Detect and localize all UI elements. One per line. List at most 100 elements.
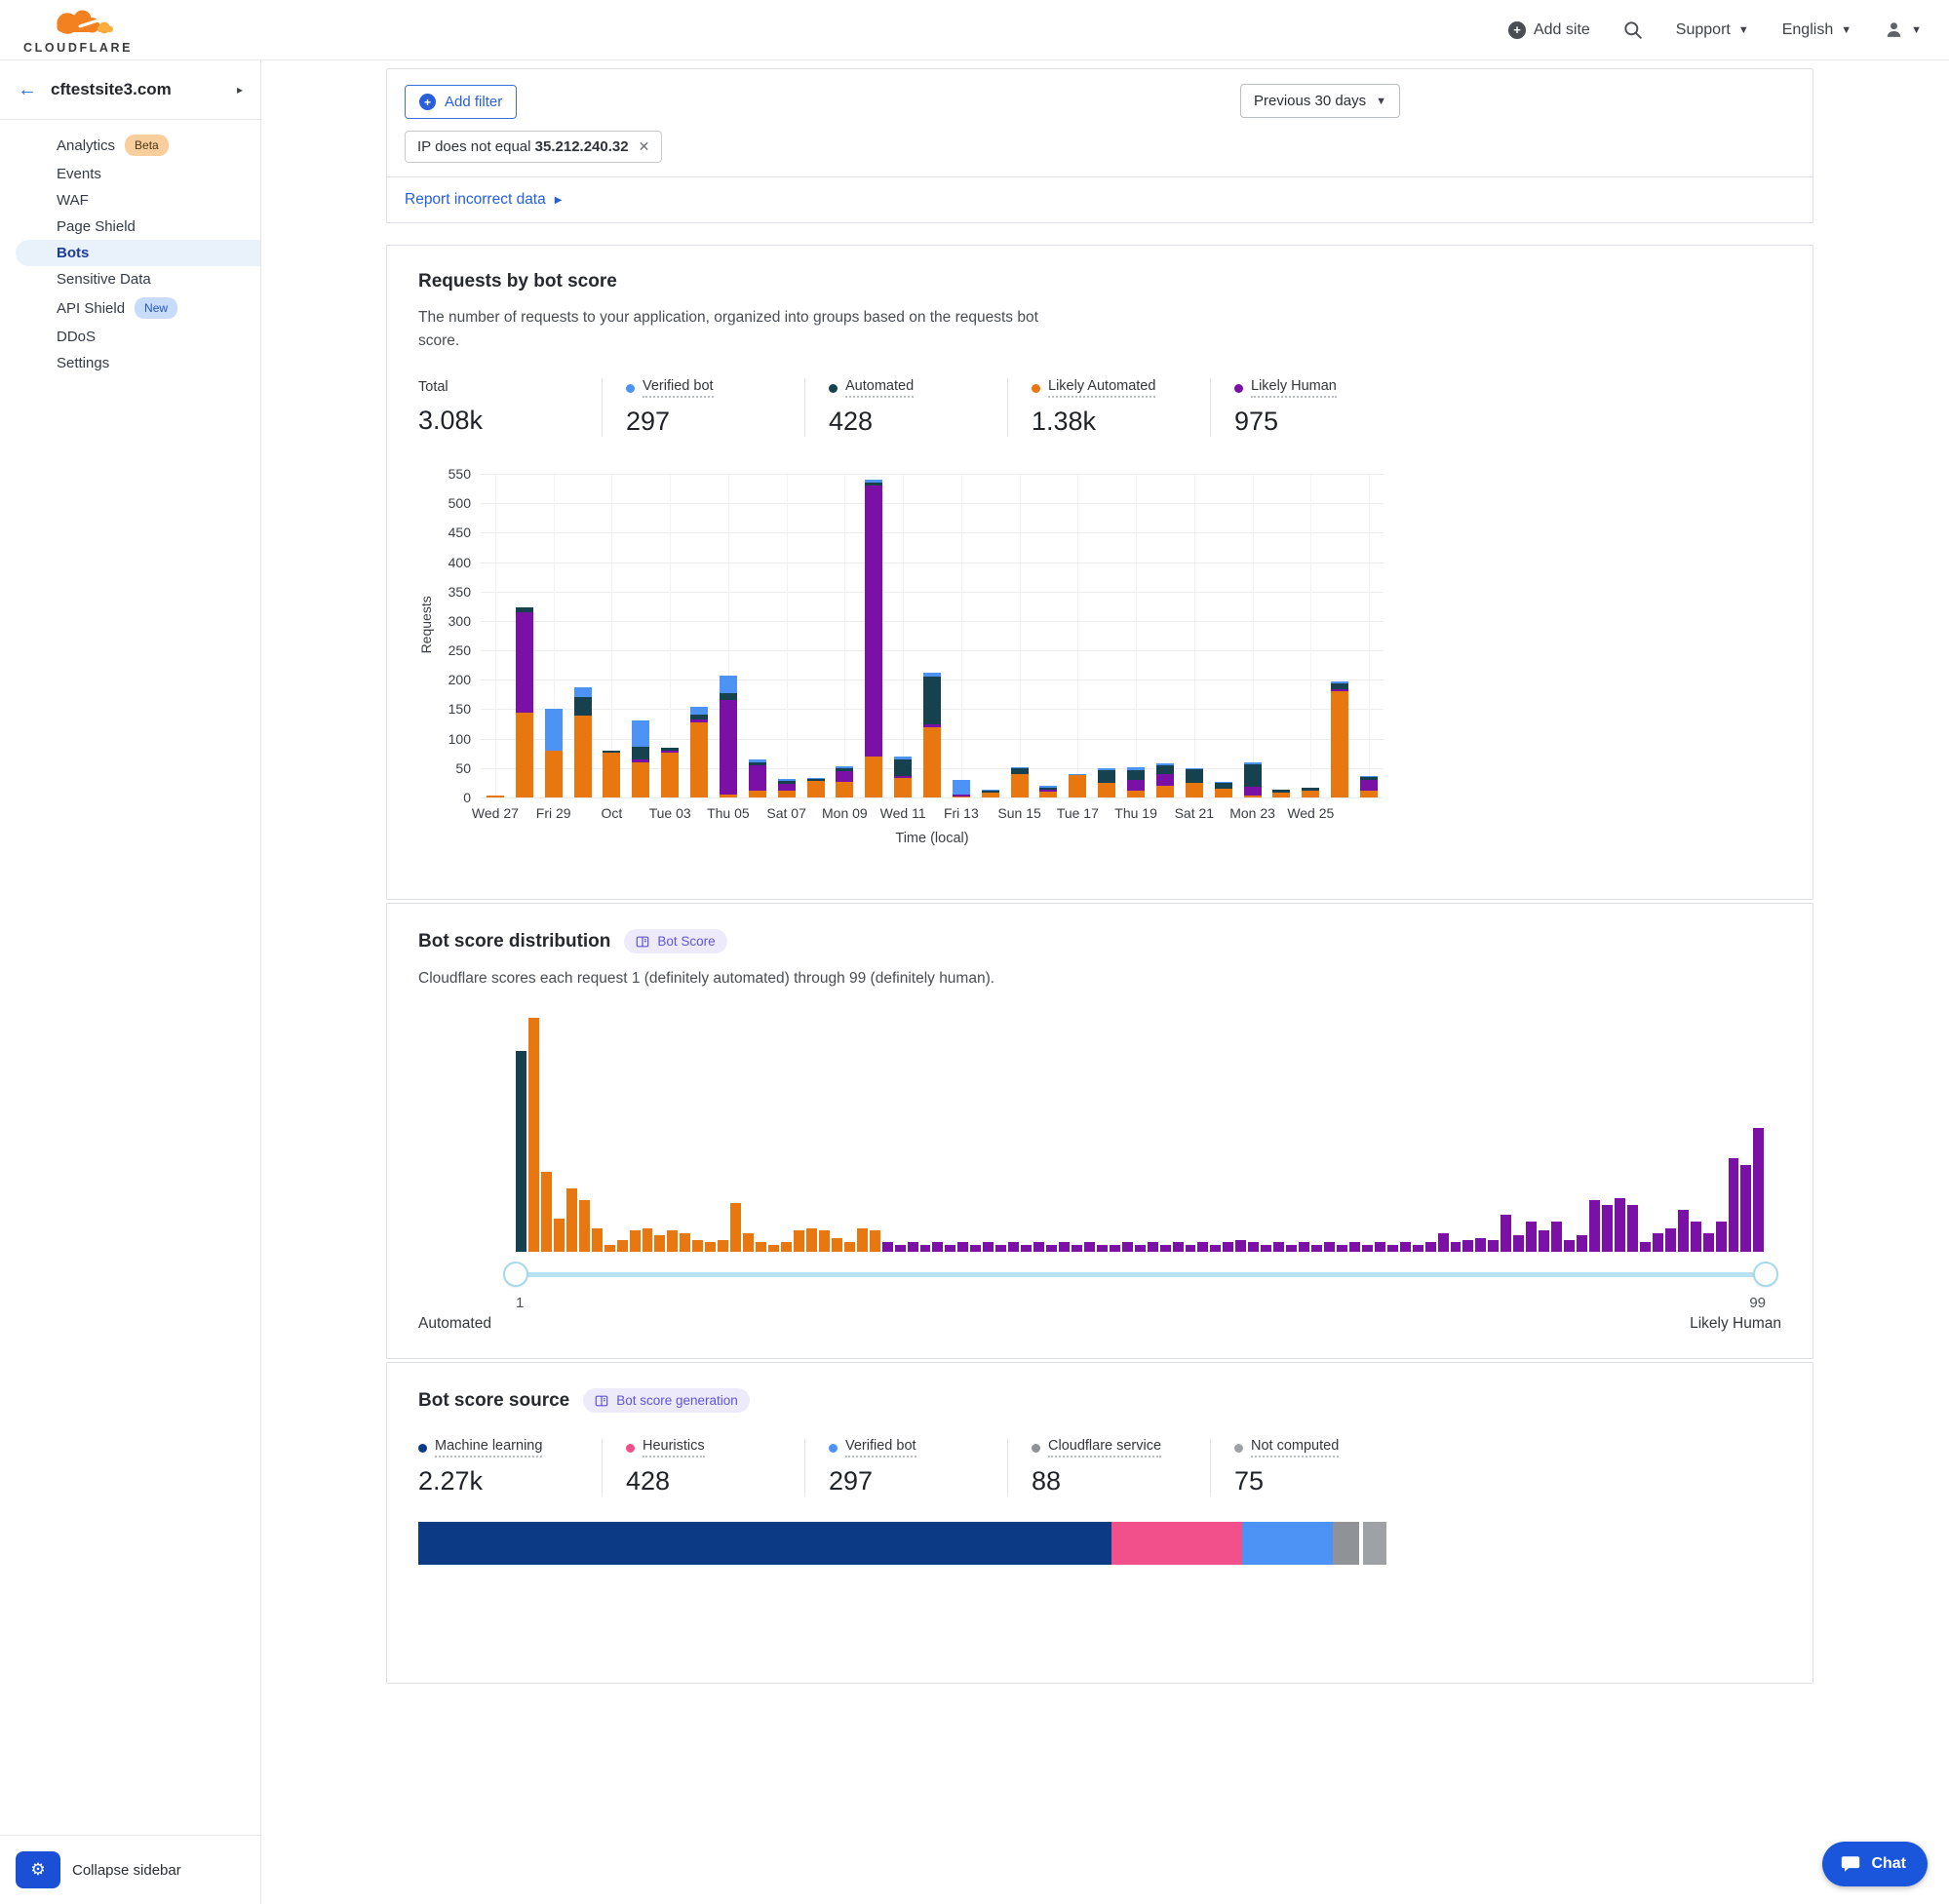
hist-bar[interactable] [1501, 1215, 1511, 1252]
support-menu[interactable]: Support▼ [1676, 21, 1749, 39]
requests-bar[interactable] [749, 759, 766, 797]
hist-bar[interactable] [1148, 1242, 1158, 1252]
hist-bar[interactable] [895, 1245, 906, 1252]
hist-bar[interactable] [1488, 1240, 1499, 1252]
hist-bar[interactable] [1462, 1240, 1473, 1252]
hist-bar[interactable] [970, 1245, 981, 1252]
requests-bar[interactable] [953, 780, 970, 797]
requests-bar[interactable] [1302, 788, 1319, 797]
hist-bar[interactable] [1753, 1128, 1764, 1252]
hist-bar[interactable] [870, 1230, 880, 1252]
hist-bar[interactable] [920, 1245, 931, 1252]
account-menu[interactable]: ▼ [1885, 20, 1922, 39]
hist-bar[interactable] [794, 1230, 804, 1252]
hist-bar[interactable] [1311, 1245, 1322, 1252]
sidebar-item-analytics[interactable]: AnalyticsBeta [0, 130, 260, 161]
hist-bar[interactable] [1551, 1222, 1562, 1252]
hist-bar[interactable] [1160, 1245, 1171, 1252]
hist-bar[interactable] [692, 1240, 703, 1252]
hist-bar[interactable] [957, 1242, 968, 1252]
hist-bar[interactable] [1210, 1245, 1221, 1252]
hist-bar[interactable] [1539, 1230, 1549, 1252]
hist-bar[interactable] [1640, 1242, 1651, 1252]
hist-bar[interactable] [945, 1245, 955, 1252]
hist-bar[interactable] [1716, 1222, 1727, 1252]
hist-bar[interactable] [1577, 1235, 1587, 1252]
requests-bar[interactable] [661, 748, 679, 797]
requests-bar[interactable] [690, 707, 708, 798]
hist-bar[interactable] [1665, 1228, 1676, 1252]
requests-bar[interactable] [603, 751, 620, 797]
hist-bar[interactable] [1678, 1210, 1689, 1252]
hist-bar[interactable] [1235, 1240, 1246, 1252]
sidebar-item-bots[interactable]: Bots [16, 240, 260, 266]
hist-bar[interactable] [516, 1051, 526, 1252]
requests-bar[interactable] [1215, 782, 1232, 797]
hist-bar[interactable] [908, 1242, 918, 1252]
requests-bar[interactable] [1127, 767, 1145, 797]
requests-bar[interactable] [516, 607, 533, 797]
slider-handle-min[interactable] [503, 1262, 528, 1287]
hist-bar[interactable] [1197, 1242, 1208, 1252]
requests-bar[interactable] [487, 796, 504, 797]
hist-bar[interactable] [806, 1228, 817, 1252]
hist-bar[interactable] [1375, 1242, 1385, 1252]
site-header[interactable]: ← cftestsite3.com ▸ [0, 60, 260, 120]
remove-filter-icon[interactable]: ✕ [639, 138, 650, 155]
bot-score-doc-badge[interactable]: Bot Score [624, 929, 726, 953]
hist-bar[interactable] [932, 1242, 943, 1252]
hist-bar[interactable] [1122, 1242, 1133, 1252]
requests-bar[interactable] [1186, 768, 1203, 797]
hist-bar[interactable] [1526, 1222, 1537, 1252]
requests-bar[interactable] [1360, 776, 1378, 797]
hist-bar[interactable] [781, 1242, 792, 1252]
requests-bar[interactable] [894, 757, 912, 797]
hist-bar[interactable] [1349, 1242, 1360, 1252]
hist-bar[interactable] [1589, 1200, 1600, 1252]
hist-bar[interactable] [566, 1188, 577, 1252]
hist-bar[interactable] [1033, 1242, 1044, 1252]
hist-bar[interactable] [1729, 1158, 1739, 1252]
hist-bar[interactable] [1186, 1245, 1196, 1252]
hist-bar[interactable] [1475, 1238, 1486, 1252]
hist-bar[interactable] [1425, 1242, 1436, 1252]
hist-bar[interactable] [1046, 1245, 1057, 1252]
hist-bar[interactable] [1337, 1245, 1347, 1252]
hist-bar[interactable] [1223, 1242, 1233, 1252]
hist-bar[interactable] [1261, 1245, 1271, 1252]
collapse-sidebar-button[interactable]: Collapse sidebar [72, 1862, 181, 1879]
requests-bar[interactable] [545, 709, 563, 797]
hist-bar[interactable] [1135, 1245, 1146, 1252]
requests-bar[interactable] [923, 673, 941, 797]
hist-bar[interactable] [730, 1203, 741, 1252]
requests-bar[interactable] [778, 779, 796, 797]
chat-button[interactable]: Chat [1822, 1842, 1928, 1886]
hist-bar[interactable] [1084, 1242, 1095, 1252]
hist-bar[interactable] [718, 1240, 728, 1252]
hist-bar[interactable] [1513, 1235, 1524, 1252]
requests-bar[interactable] [982, 790, 999, 797]
hist-bar[interactable] [819, 1230, 830, 1252]
hist-bar[interactable] [1008, 1242, 1019, 1252]
hist-bar[interactable] [705, 1242, 716, 1252]
hist-bar[interactable] [1627, 1205, 1638, 1252]
sidebar-item-waf[interactable]: WAF [0, 187, 260, 214]
hist-bar[interactable] [604, 1245, 615, 1252]
hist-bar[interactable] [1602, 1205, 1613, 1252]
hist-bar[interactable] [1072, 1245, 1082, 1252]
back-arrow-icon[interactable]: ← [18, 80, 37, 99]
sidebar-item-ddos[interactable]: DDoS [0, 324, 260, 350]
report-incorrect-data-link[interactable]: Report incorrect data ▶ [405, 191, 562, 209]
requests-bar[interactable] [865, 480, 882, 797]
requests-bar[interactable] [807, 778, 825, 797]
search-button[interactable] [1623, 20, 1643, 40]
slider-handle-max[interactable] [1753, 1262, 1778, 1287]
hist-bar[interactable] [1299, 1242, 1309, 1252]
requests-bar[interactable] [720, 676, 737, 798]
requests-bar[interactable] [1331, 681, 1348, 797]
chevron-right-icon[interactable]: ▸ [237, 83, 243, 97]
hist-bar[interactable] [617, 1240, 628, 1252]
hist-bar[interactable] [1273, 1242, 1284, 1252]
hist-bar[interactable] [654, 1235, 665, 1252]
hist-bar[interactable] [1362, 1245, 1373, 1252]
